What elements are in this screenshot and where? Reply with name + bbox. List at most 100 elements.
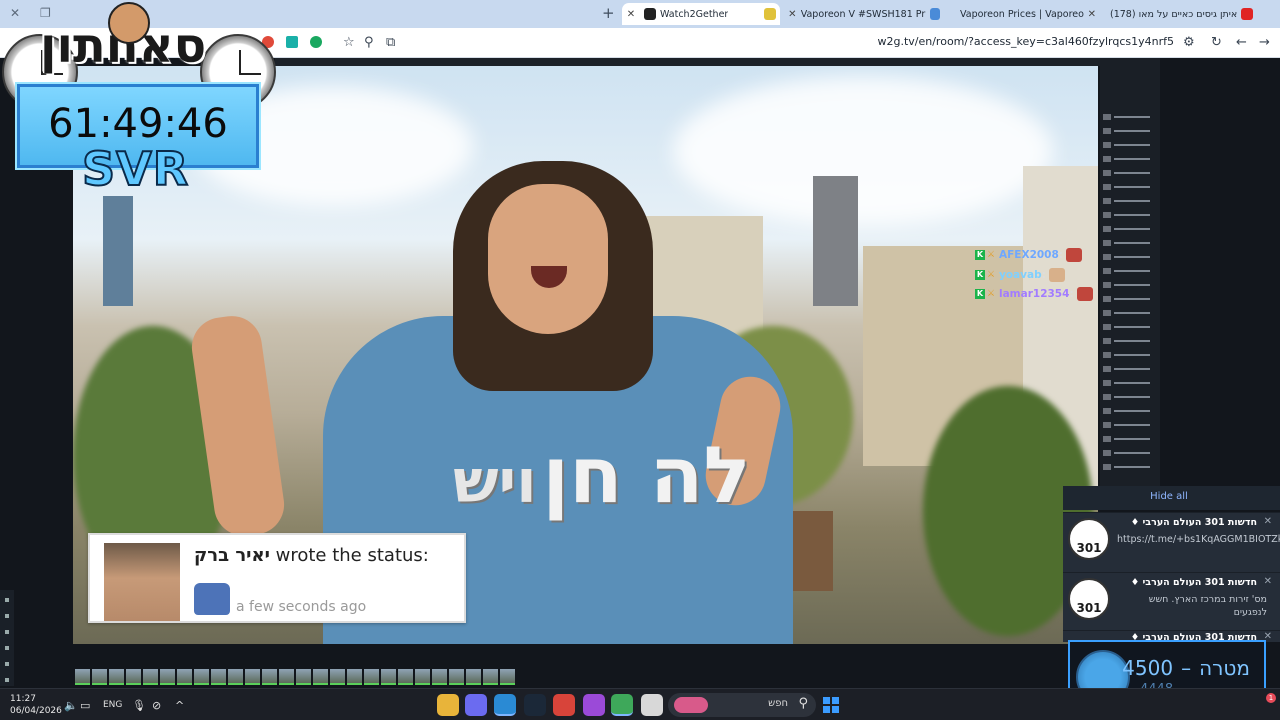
tab-youtube[interactable]: (178) איתן גיסים כאיים על מאו <box>1104 3 1280 25</box>
file-explorer-icon[interactable] <box>437 694 459 716</box>
playlist-item[interactable] <box>1103 170 1153 176</box>
forward-icon[interactable]: → <box>1259 35 1270 50</box>
history-thumbnail[interactable] <box>126 669 141 685</box>
close-icon[interactable]: ✕ <box>1264 576 1272 587</box>
close-tab-icon[interactable]: ✕ <box>788 9 797 20</box>
history-thumbnail[interactable] <box>500 669 515 685</box>
zoom-icon[interactable]: ⚲ <box>364 35 374 50</box>
playlist-item[interactable] <box>1103 380 1153 386</box>
history-thumbnail[interactable] <box>432 669 447 685</box>
playlist-item[interactable] <box>1103 114 1153 120</box>
playlist-item[interactable] <box>1103 156 1153 162</box>
person-face <box>488 184 608 334</box>
playlist-item[interactable] <box>1103 408 1153 414</box>
close-tab-icon[interactable]: ✕ <box>626 9 636 20</box>
history-thumbnail[interactable] <box>347 669 362 685</box>
chrome-icon[interactable] <box>611 694 633 716</box>
history-thumbnail[interactable] <box>313 669 328 685</box>
history-thumbnail[interactable] <box>466 669 481 685</box>
playlist-item[interactable] <box>1103 352 1153 358</box>
steam-icon[interactable] <box>524 694 546 716</box>
playlist-item[interactable] <box>1103 296 1153 302</box>
close-tab-icon[interactable]: ✕ <box>1088 9 1096 20</box>
microphone-icon[interactable]: 🎙 <box>132 699 146 712</box>
volume-icon[interactable]: 🔈 <box>64 699 78 712</box>
playlist-item[interactable] <box>1103 184 1153 190</box>
hide-all-button[interactable]: Hide all <box>1063 491 1275 502</box>
history-thumbnail[interactable] <box>330 669 345 685</box>
notification-card[interactable]: 301 חדשות 301 העולם הערבי ♦ מס' זירות במ… <box>1063 572 1280 630</box>
playlist-item[interactable] <box>1103 436 1153 442</box>
bookmark-star-icon[interactable]: ☆ <box>343 35 355 50</box>
history-thumbnail[interactable] <box>160 669 175 685</box>
history-thumbnail[interactable] <box>109 669 124 685</box>
playlist-item[interactable] <box>1103 338 1153 344</box>
history-thumbnail[interactable] <box>279 669 294 685</box>
playlist-item[interactable] <box>1103 128 1153 134</box>
history-thumbnail[interactable] <box>228 669 243 685</box>
tab-vaporeon-v[interactable]: ✕ Vaporeon V #SWSH181 Prices <box>784 3 944 25</box>
discord-icon[interactable] <box>465 694 487 716</box>
playlist-item[interactable] <box>1103 464 1153 470</box>
playlist-item[interactable] <box>1103 254 1153 260</box>
chevron-up-icon[interactable]: ^ <box>175 699 184 712</box>
playlist-item[interactable] <box>1103 226 1153 232</box>
grammar-extension-icon[interactable] <box>310 36 322 48</box>
playlist-item[interactable] <box>1103 282 1153 288</box>
playlist-item[interactable] <box>1103 310 1153 316</box>
goal-label-row: מטרה–4500 <box>1122 656 1254 680</box>
history-thumbnail[interactable] <box>398 669 413 685</box>
history-thumbnail[interactable] <box>296 669 311 685</box>
tab-title: (178) איתן גיסים כאיים על מאו <box>1110 8 1238 20</box>
translate-extension-icon[interactable] <box>286 36 298 48</box>
app-icon[interactable] <box>641 694 663 716</box>
close-icon[interactable]: ✕ <box>1264 516 1272 527</box>
cast-icon[interactable]: ⧉ <box>386 35 395 50</box>
playlist-item[interactable] <box>1103 198 1153 204</box>
tab-vaporeon-prices[interactable]: Vaporeon Prices | Vaporeon List ✕ <box>948 3 1100 25</box>
reload-icon[interactable]: ↻ <box>1211 35 1222 50</box>
history-thumbnail[interactable] <box>381 669 396 685</box>
history-thumbnail[interactable] <box>262 669 277 685</box>
history-thumbnail[interactable] <box>245 669 260 685</box>
taskbar-clock[interactable]: 11:27 06/04/2026 <box>10 693 62 717</box>
playlist-item[interactable] <box>1103 366 1153 372</box>
start-button[interactable] <box>823 697 839 713</box>
left-tool-strip <box>0 590 14 686</box>
history-thumbnail[interactable] <box>177 669 192 685</box>
history-thumbnail[interactable] <box>449 669 464 685</box>
app-icon[interactable] <box>583 694 605 716</box>
notification-badge[interactable]: 1 <box>1266 693 1276 703</box>
playlist-item[interactable] <box>1103 240 1153 246</box>
history-thumbnail[interactable] <box>92 669 107 685</box>
history-thumbnail[interactable] <box>211 669 226 685</box>
playlist-item[interactable] <box>1103 450 1153 456</box>
history-thumbnail[interactable] <box>415 669 430 685</box>
app-icon[interactable] <box>553 694 575 716</box>
site-settings-icon[interactable]: ⚙ <box>1183 35 1195 50</box>
language-indicator[interactable]: ENG <box>103 700 122 710</box>
mute-icon[interactable]: ⊘ <box>152 699 161 712</box>
playlist-item[interactable] <box>1103 422 1153 428</box>
playlist-item[interactable] <box>1103 212 1153 218</box>
badge-icon: K <box>975 289 985 299</box>
notification-card[interactable]: 301 חדשות 301 העולם הערבי ♦ https://t.me… <box>1063 512 1280 572</box>
back-icon[interactable]: ← <box>1236 35 1247 50</box>
playlist-item[interactable] <box>1103 268 1153 274</box>
history-thumbnail[interactable] <box>194 669 209 685</box>
history-thumbnail[interactable] <box>75 669 90 685</box>
playlist-item[interactable] <box>1103 324 1153 330</box>
history-thumbnail[interactable] <box>364 669 379 685</box>
playlist-item[interactable] <box>1103 394 1153 400</box>
status-card: יאיר ברק wrote the status: a few seconds… <box>88 533 466 623</box>
url-field[interactable]: w2g.tv/en/room/?access_key=c3al460fzylrq… <box>874 35 1174 48</box>
new-tab-button[interactable]: + <box>602 4 615 22</box>
network-icon[interactable]: ▭ <box>80 699 90 712</box>
taskbar-search[interactable]: חפש ⚲ <box>668 693 816 717</box>
history-thumbnail[interactable] <box>483 669 498 685</box>
playlist-item[interactable] <box>1103 142 1153 148</box>
history-thumbnail[interactable] <box>143 669 158 685</box>
sword-icon: ⚔ <box>987 250 996 260</box>
tab-watch2gether[interactable]: ✕ Watch2Gether <box>622 3 780 25</box>
telegram-icon[interactable] <box>494 694 516 716</box>
